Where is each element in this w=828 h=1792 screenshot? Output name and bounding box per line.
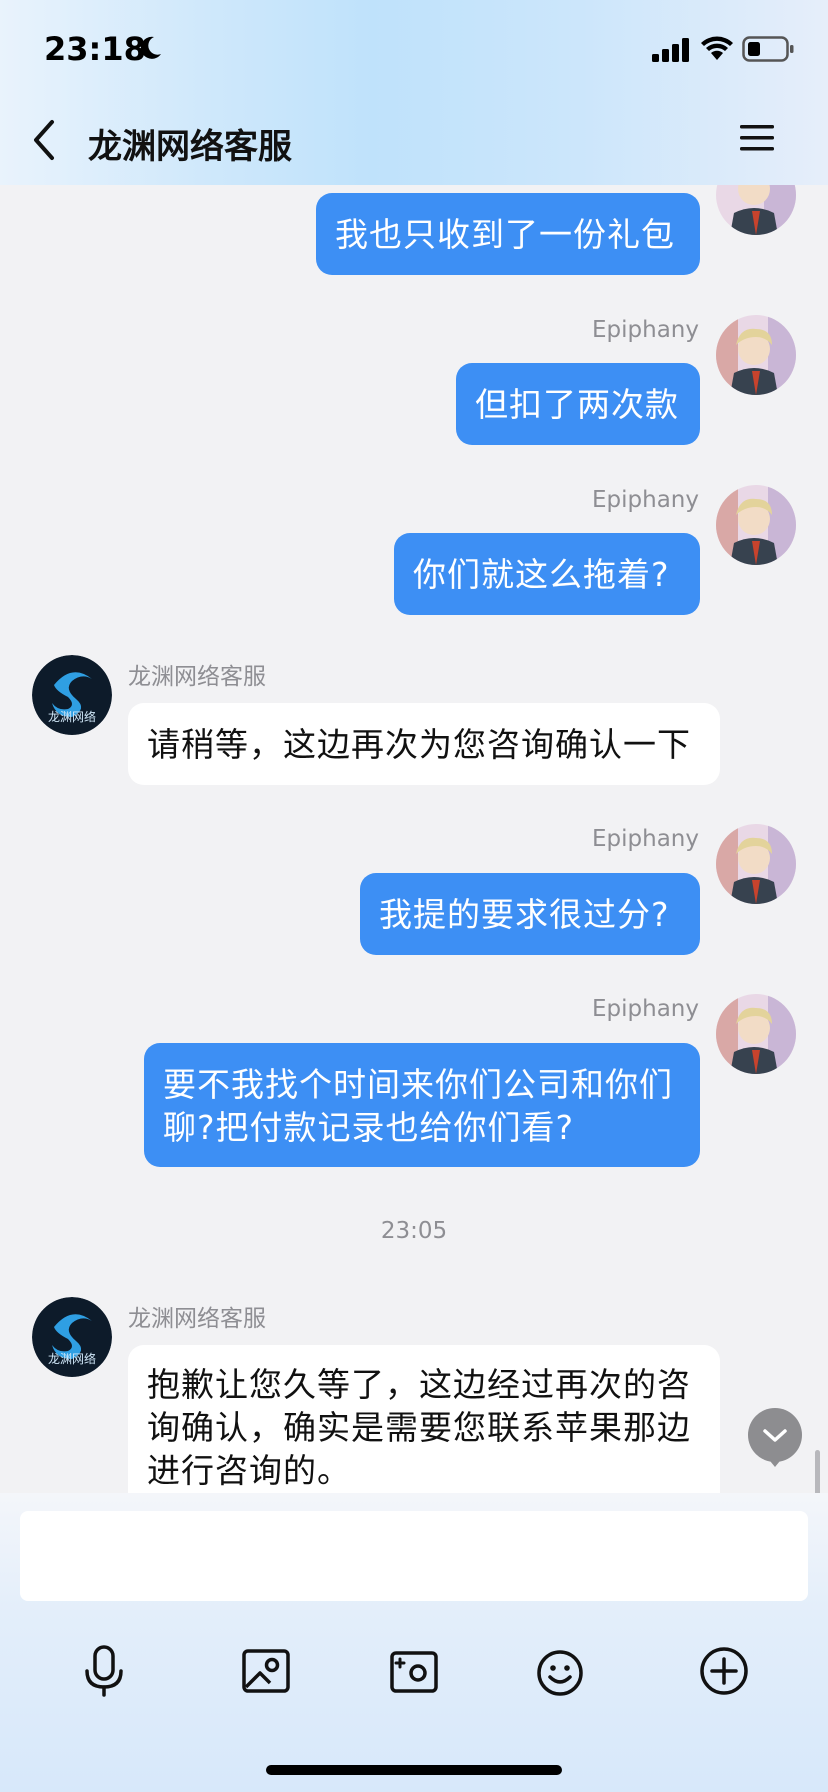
user-avatar[interactable]: [716, 485, 796, 565]
message-input[interactable]: [20, 1511, 808, 1601]
wifi-icon: [701, 36, 733, 60]
user-avatar[interactable]: [716, 315, 796, 395]
message-bubble-outgoing[interactable]: 我提的要求很过分?: [360, 873, 700, 955]
message-text: 我提的要求很过分?: [379, 895, 670, 934]
sender-name: Epiphany: [592, 826, 699, 852]
message-bubble-outgoing[interactable]: 但扣了两次款: [456, 363, 700, 445]
message-text: 你们就这么拖着?: [413, 555, 670, 594]
support-avatar-text: 龙渊网络: [48, 1351, 96, 1366]
user-avatar-image: [716, 315, 796, 395]
cellular-signal-icon: [652, 38, 689, 62]
message-text-line: 聊?把付款记录也给你们看?: [163, 1108, 575, 1147]
sender-name: Epiphany: [592, 317, 699, 343]
chat-message-list[interactable]: 我也只收到了一份礼包 Epiphany 但扣了两次款 Epiphany 你们就这…: [0, 185, 828, 1493]
support-avatar[interactable]: 龙渊网络: [32, 1297, 112, 1377]
message-text-line: 抱歉让您久等了，这边经过再次的咨: [147, 1365, 691, 1404]
microphone-icon[interactable]: [76, 1643, 132, 1699]
moon-icon: [140, 36, 161, 59]
user-avatar[interactable]: [716, 824, 796, 904]
chat-title: 龙渊网络客服: [88, 127, 292, 167]
message-text: 我也只收到了一份礼包: [335, 215, 675, 254]
message-bubble-incoming[interactable]: 抱歉让您久等了，这边经过再次的咨 询确认，确实是需要您联系苹果那边 进行咨询的。: [128, 1345, 720, 1493]
sender-name: Epiphany: [592, 996, 699, 1022]
user-avatar-image: [716, 824, 796, 904]
message-text: 但扣了两次款: [475, 385, 679, 424]
message-text-line: 进行咨询的。: [147, 1451, 351, 1490]
user-avatar[interactable]: [716, 994, 796, 1074]
user-avatar-image: [716, 994, 796, 1074]
support-avatar-logo: 龙渊网络: [32, 655, 112, 735]
top-bar: 23:18 龙渊网络客服: [0, 0, 828, 185]
bubble-tail-icon: [766, 1456, 784, 1467]
chat-scrollbar[interactable]: [815, 1450, 820, 1493]
sender-name: Epiphany: [592, 487, 699, 513]
home-indicator[interactable]: [266, 1765, 562, 1775]
battery-icon: [742, 36, 794, 62]
back-icon[interactable]: [28, 118, 62, 162]
message-text-line: 要不我找个时间来你们公司和你们: [163, 1065, 673, 1104]
composer-bar: [0, 1493, 828, 1792]
sender-name: 龙渊网络客服: [128, 1306, 266, 1332]
user-avatar-image: [716, 185, 796, 235]
status-time: 23:18: [44, 30, 146, 68]
emoji-icon[interactable]: [532, 1643, 588, 1699]
sender-name: 龙渊网络客服: [128, 664, 266, 690]
message-bubble-outgoing[interactable]: 我也只收到了一份礼包: [316, 193, 700, 275]
message-bubble-incoming[interactable]: 请稍等，这边再次为您咨询确认一下: [128, 703, 720, 785]
chevron-down-icon: [763, 1429, 787, 1442]
camera-icon[interactable]: [386, 1643, 442, 1699]
support-avatar-logo: 龙渊网络: [32, 1297, 112, 1377]
user-avatar[interactable]: [716, 185, 796, 235]
message-text-line: 询确认，确实是需要您联系苹果那边: [147, 1408, 691, 1447]
user-avatar-image: [716, 485, 796, 565]
plus-icon[interactable]: [696, 1643, 752, 1699]
scroll-to-bottom-button[interactable]: [748, 1408, 802, 1467]
message-text: 请稍等，这边再次为您咨询确认一下: [147, 725, 691, 764]
menu-icon[interactable]: [740, 122, 774, 154]
message-timestamp: 23:05: [380, 1218, 448, 1244]
support-avatar-text: 龙渊网络: [48, 709, 96, 724]
support-avatar[interactable]: 龙渊网络: [32, 655, 112, 735]
message-bubble-outgoing[interactable]: 要不我找个时间来你们公司和你们 聊?把付款记录也给你们看?: [144, 1043, 700, 1167]
message-bubble-outgoing[interactable]: 你们就这么拖着?: [394, 533, 700, 615]
image-icon[interactable]: [238, 1643, 294, 1699]
